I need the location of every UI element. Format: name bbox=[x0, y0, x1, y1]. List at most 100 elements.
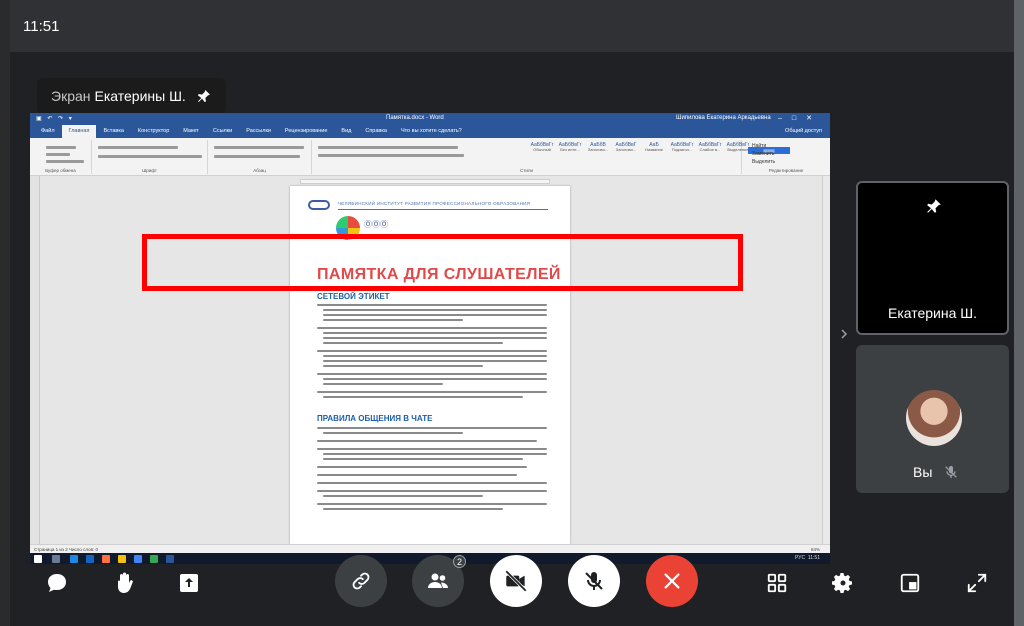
tab-mailings[interactable]: Рассылки bbox=[239, 125, 278, 138]
tab-layout[interactable]: Макет bbox=[176, 125, 206, 138]
share-button[interactable]: Общий доступ bbox=[785, 128, 822, 134]
chrome-icon[interactable] bbox=[150, 555, 158, 563]
replace-command[interactable]: Заменить bbox=[752, 151, 774, 157]
ribbon-group-label: Редактирование bbox=[768, 168, 804, 173]
participant-name: Екатерина Ш. bbox=[887, 305, 978, 321]
firefox-icon[interactable] bbox=[102, 555, 110, 563]
explorer-icon[interactable] bbox=[118, 555, 126, 563]
header-rule bbox=[338, 209, 548, 210]
word-titlebar: ▣ ↶ ↷ ▾ Памятка.docx - Word Шипилова Ека… bbox=[30, 113, 830, 125]
pin-icon[interactable] bbox=[196, 88, 212, 104]
navigation-margin bbox=[30, 176, 40, 544]
gear-icon bbox=[832, 573, 852, 593]
left-edge bbox=[0, 0, 10, 626]
quick-access-toolbar: ▣ ↶ ↷ ▾ bbox=[36, 116, 74, 122]
hand-icon bbox=[118, 572, 133, 593]
rings-icon: ⓄⓄⓄ bbox=[364, 220, 388, 229]
chat-icon bbox=[48, 574, 66, 592]
window-controls: –□✕ bbox=[778, 115, 822, 122]
participant-name: Вы bbox=[913, 464, 933, 480]
shared-screen: ▣ ↶ ↷ ▾ Памятка.docx - Word Шипилова Ека… bbox=[30, 113, 830, 565]
raise-hand-button[interactable] bbox=[111, 570, 137, 596]
ribbon-group-label: Буфер обмена bbox=[45, 168, 76, 173]
chevron-right-icon[interactable] bbox=[838, 328, 850, 340]
leave-call-button[interactable] bbox=[646, 555, 698, 607]
ie-icon[interactable] bbox=[86, 555, 94, 563]
document-header: ЧЕЛЯБИНСКИЙ ИНСТИТУТ РАЗВИТИЯ ПРОФЕССИОН… bbox=[338, 201, 531, 206]
word-icon[interactable] bbox=[166, 555, 174, 563]
word-tabs: Файл Главная Вставка Конструктор Макет С… bbox=[30, 125, 830, 138]
tab-references[interactable]: Ссылки bbox=[206, 125, 239, 138]
people-icon bbox=[428, 573, 448, 588]
tab-help[interactable]: Справка bbox=[358, 125, 394, 138]
word-ribbon: Буфер обмена Шрифт Абзац ▤▤▤ Стили АаБбВ… bbox=[30, 138, 830, 176]
fullscreen-button[interactable] bbox=[964, 570, 990, 596]
participants-count-badge: 2 bbox=[453, 555, 466, 568]
ruler bbox=[300, 179, 550, 184]
style-item[interactable]: АаБбВвГг Без инте... bbox=[558, 142, 582, 153]
tab-view[interactable]: Вид bbox=[334, 125, 358, 138]
screen-label: Экран bbox=[51, 88, 91, 104]
settings-button[interactable] bbox=[830, 570, 856, 596]
word-user: Шипилова Екатерина Аркадьевна bbox=[676, 115, 771, 121]
chat-button[interactable] bbox=[44, 570, 70, 596]
meeting-window: 11:51 Экран Екатерины Ш. ▣ ↶ ↷ ▾ Памятка… bbox=[0, 0, 1024, 626]
search-icon[interactable] bbox=[52, 555, 60, 563]
copy-link-button[interactable] bbox=[335, 555, 387, 607]
tab-file[interactable]: Файл bbox=[34, 125, 62, 138]
mic-off-icon bbox=[585, 572, 603, 590]
ribbon-editing: Найти Заменить Выделить Редактирование bbox=[742, 140, 830, 174]
screen-share-label[interactable]: Экран Екатерины Ш. bbox=[37, 78, 226, 114]
windows-start-icon[interactable] bbox=[34, 555, 42, 563]
tab-review[interactable]: Рецензирование bbox=[278, 125, 334, 138]
style-item[interactable]: АаБбВвГг Слабое в... bbox=[698, 142, 722, 153]
status-page-info: Страница 1 из 2 Число слов: 0 bbox=[34, 547, 98, 552]
style-item[interactable]: АаБбВвГг Обычный bbox=[530, 142, 554, 153]
ribbon-group-label: Абзац bbox=[253, 168, 266, 173]
top-bar: 11:51 bbox=[10, 0, 1014, 52]
camera-toggle-button[interactable] bbox=[490, 555, 542, 607]
highlight-rectangle bbox=[142, 234, 743, 291]
style-item[interactable]: АаБ Название bbox=[642, 142, 666, 153]
tab-insert[interactable]: Вставка bbox=[96, 125, 130, 138]
layout-grid-button[interactable] bbox=[764, 570, 790, 596]
tell-me-search[interactable]: Что вы хотите сделать? bbox=[394, 125, 469, 138]
tab-home[interactable]: Главная bbox=[61, 125, 97, 138]
camera-off-icon bbox=[505, 570, 527, 592]
style-item[interactable]: АаБбВвГг Подзагол... bbox=[670, 142, 694, 153]
status-zoom[interactable]: 84% bbox=[811, 547, 820, 552]
tab-design[interactable]: Конструктор bbox=[131, 125, 176, 138]
institute-logo bbox=[308, 200, 330, 210]
avatar bbox=[906, 390, 962, 446]
participant-tile-self[interactable]: Вы bbox=[856, 345, 1009, 493]
vertical-scrollbar[interactable] bbox=[822, 176, 830, 544]
screen-owner: Екатерины Ш. bbox=[94, 88, 186, 104]
ribbon-group-label: Шрифт bbox=[142, 168, 157, 173]
right-edge bbox=[1014, 0, 1024, 626]
ribbon-group-label: Стили bbox=[520, 168, 533, 173]
ribbon-font: Шрифт bbox=[92, 140, 208, 174]
system-tray: РУС 11:51 bbox=[795, 555, 820, 561]
clock: 11:51 bbox=[23, 18, 60, 35]
edge-icon[interactable] bbox=[70, 555, 78, 563]
word-statusbar: Страница 1 из 2 Число слов: 0 84% bbox=[30, 544, 830, 553]
ribbon-paragraph: Абзац bbox=[208, 140, 312, 174]
ribbon-clipboard: Буфер обмена bbox=[30, 140, 92, 174]
pip-button[interactable] bbox=[897, 570, 923, 596]
select-command[interactable]: Выделить bbox=[752, 159, 775, 165]
style-item[interactable]: АаБбВ Заголово... bbox=[586, 142, 610, 153]
mic-toggle-button[interactable] bbox=[568, 555, 620, 607]
pin-icon[interactable] bbox=[925, 197, 943, 215]
picture-in-picture-icon bbox=[900, 573, 920, 593]
expand-icon bbox=[967, 573, 987, 593]
participant-tile-pinned[interactable]: Екатерина Ш. bbox=[856, 181, 1009, 335]
present-icon bbox=[180, 574, 198, 592]
present-screen-button[interactable] bbox=[176, 570, 202, 596]
close-icon bbox=[664, 573, 680, 589]
style-item[interactable]: АаБбВвГ Заголово... bbox=[614, 142, 638, 153]
store-icon[interactable] bbox=[134, 555, 142, 563]
section-heading: ПРАВИЛА ОБЩЕНИЯ В ЧАТЕ bbox=[317, 414, 433, 423]
find-command[interactable]: Найти bbox=[752, 143, 766, 149]
section-heading: СЕТЕВОЙ ЭТИКЕТ bbox=[317, 292, 390, 301]
mic-off-icon bbox=[945, 466, 957, 478]
